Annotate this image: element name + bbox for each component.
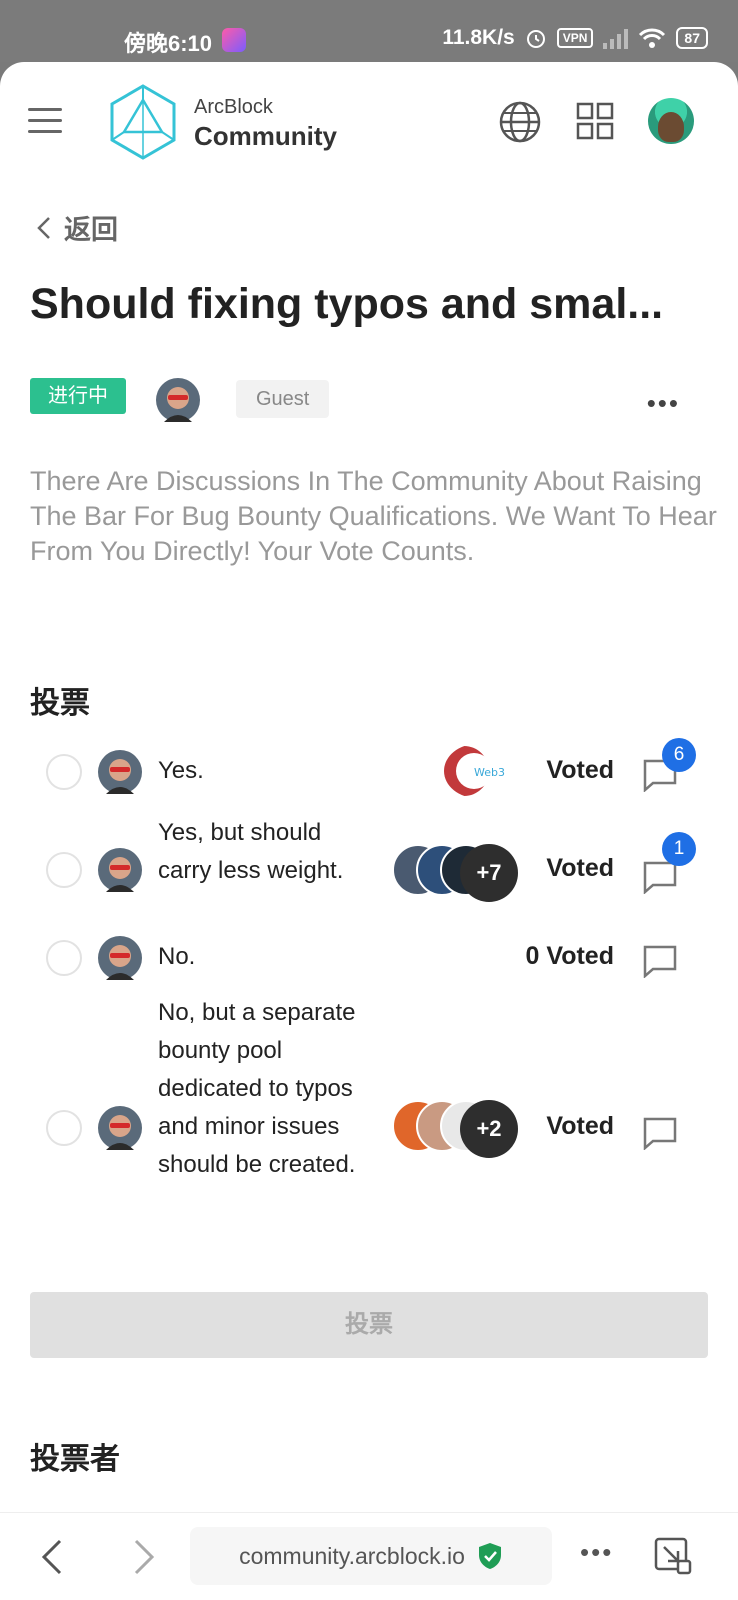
option-author-avatar: [98, 848, 142, 892]
author-avatar[interactable]: [156, 378, 200, 422]
status-bar: 傍晚6:10 11.8K/s VPN 87: [0, 0, 738, 62]
user-avatar[interactable]: [648, 98, 694, 144]
web3-badge-text: Web3: [474, 766, 505, 779]
comment-icon[interactable]: [642, 1116, 678, 1150]
option-radio[interactable]: [46, 754, 82, 790]
comment-count-badge: 6: [662, 738, 696, 772]
guest-tag: Guest: [236, 380, 330, 418]
window-restore-icon[interactable]: [654, 1537, 692, 1575]
poll-option: No, but a separate bounty pool dedicated…: [0, 994, 738, 1264]
site-header: ArcBlock Community: [0, 62, 738, 182]
poll-option: Yes, but should carry less weight. +7 Vo…: [0, 814, 738, 924]
status-time: 傍晚6:10: [124, 31, 213, 56]
comment-icon[interactable]: [642, 944, 678, 978]
brand-top: ArcBlock: [194, 96, 273, 118]
vote-button[interactable]: 投票: [30, 1292, 708, 1358]
more-voters-count: +7: [460, 844, 518, 902]
option-label: No, but a separate bounty pool dedicated…: [158, 999, 356, 1178]
voter-avatars[interactable]: +7: [392, 844, 522, 902]
app-notification-icon: [222, 28, 246, 52]
voter-avatars[interactable]: +2: [392, 1100, 522, 1158]
browser-forward-icon[interactable]: [132, 1539, 156, 1575]
poll-option: No. 0 Voted: [0, 930, 738, 990]
signal-icon: [603, 27, 629, 49]
browser-toolbar: community.arcblock.io •••: [0, 1512, 738, 1600]
post-title: Should fixing typos and smal...: [30, 280, 664, 328]
apps-grid-icon[interactable]: [576, 102, 614, 140]
option-radio[interactable]: [46, 940, 82, 976]
voter-avatar: Web3: [444, 744, 510, 798]
url-text: community.arcblock.io: [239, 1542, 465, 1569]
chevron-left-icon: [37, 216, 50, 239]
hamburger-icon[interactable]: [28, 108, 62, 134]
comment-count-badge: 1: [662, 832, 696, 866]
browser-menu-icon[interactable]: •••: [580, 1537, 613, 1568]
browser-back-icon[interactable]: [40, 1539, 64, 1575]
back-label: 返回: [64, 215, 118, 245]
option-radio[interactable]: [46, 1110, 82, 1146]
back-link[interactable]: 返回: [36, 208, 118, 247]
voted-label: 0 Voted: [525, 942, 614, 970]
option-radio[interactable]: [46, 852, 82, 888]
poll-heading: 投票: [30, 687, 90, 720]
wifi-icon: [639, 28, 666, 48]
voted-label: Voted: [546, 756, 614, 784]
option-author-avatar: [98, 750, 142, 794]
voted-label: Voted: [546, 854, 614, 882]
post-meta: 进行中 Guest •••: [30, 378, 720, 426]
vpn-badge: VPN: [556, 28, 594, 48]
voters-heading: 投票者: [30, 1443, 120, 1476]
voter-avatars[interactable]: Web3: [444, 744, 516, 802]
option-author-avatar: [98, 936, 142, 980]
status-badge: 进行中: [30, 378, 126, 414]
secure-shield-icon: [478, 1543, 501, 1569]
option-label: Yes, but should carry less weight.: [158, 819, 344, 884]
post-description: There Are Discussions In The Community A…: [30, 466, 717, 566]
globe-icon[interactable]: [498, 100, 542, 144]
more-options-icon[interactable]: •••: [647, 388, 680, 419]
option-label: Yes.: [158, 757, 204, 784]
brand-name[interactable]: ArcBlock Community: [194, 96, 337, 152]
alarm-icon: [526, 30, 545, 48]
battery-indicator: 87: [676, 27, 708, 49]
net-speed: 11.8K/s: [442, 26, 515, 49]
status-right: 11.8K/s VPN 87: [442, 26, 708, 50]
address-bar[interactable]: community.arcblock.io: [190, 1527, 552, 1585]
option-author-avatar: [98, 1106, 142, 1150]
poll-option: Yes. Web3 Voted 6: [0, 738, 738, 808]
more-voters-count: +2: [460, 1100, 518, 1158]
page-sheet: ArcBlock Community 返回 Should fixing typo…: [0, 62, 738, 1512]
arcblock-logo-icon[interactable]: [108, 82, 178, 162]
brand-bottom: Community: [194, 121, 337, 151]
option-label: No.: [158, 943, 196, 970]
voted-label: Voted: [546, 1112, 614, 1140]
